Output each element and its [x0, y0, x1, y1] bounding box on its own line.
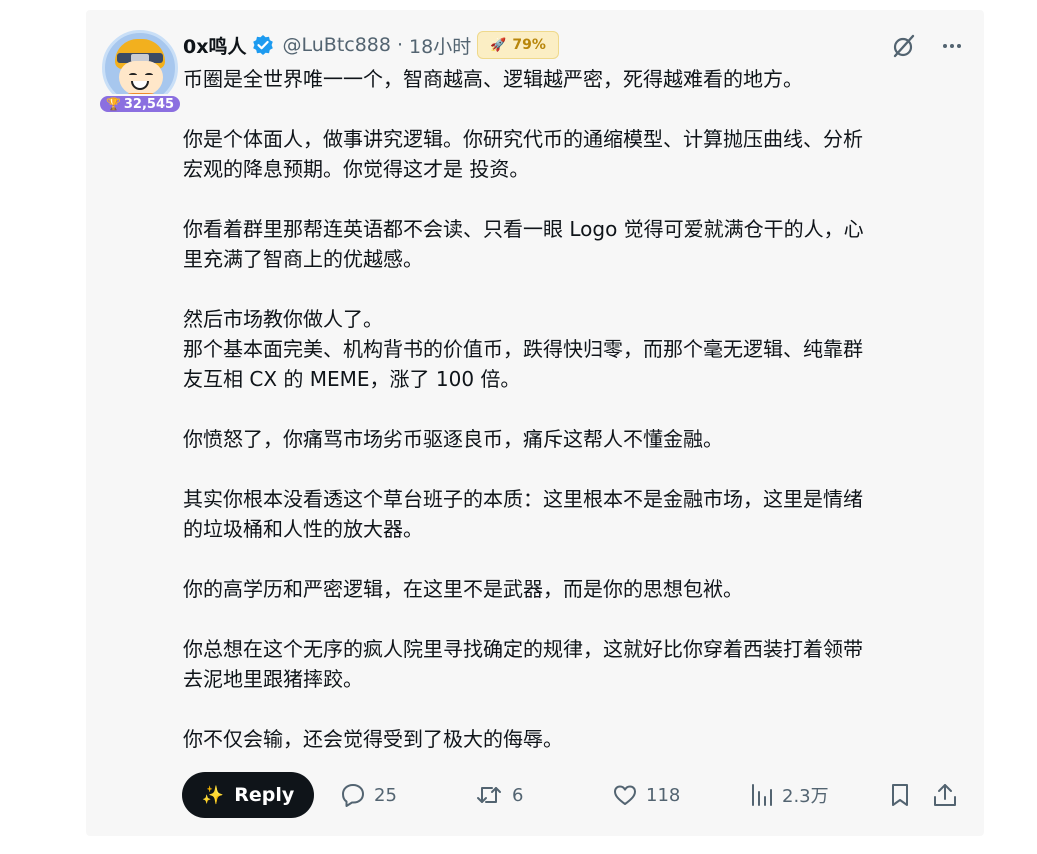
views-count: 2.3万	[782, 786, 829, 807]
reply-count-button[interactable]: 25	[340, 772, 397, 818]
views-button[interactable]: 2.3万	[750, 772, 829, 818]
views-icon	[750, 782, 774, 808]
reply-icon	[340, 782, 366, 808]
post-header: 0x鸣人 @LuBtc888 · 18小时 🚀 79%	[183, 31, 559, 59]
post-text-line: 其实你根本没看透这个草台班子的本质：这里根本不是金融市场，这里是情绪	[183, 487, 863, 511]
post-text-line: 你不仅会输，还会觉得受到了极大的侮辱。	[183, 727, 563, 751]
separator-dot: ·	[396, 34, 404, 56]
sparkle-icon: ✨	[201, 784, 225, 806]
reply-label: Reply	[234, 784, 295, 806]
rocket-icon: 🚀	[490, 37, 507, 53]
post-text-line: 那个基本面完美、机构背书的价值币，跌得快归零，而那个毫无逻辑、纯靠群	[183, 337, 863, 361]
like-count: 118	[646, 784, 681, 806]
bookmark-button[interactable]	[888, 772, 912, 818]
bookmark-icon	[888, 782, 912, 808]
score-badge: 🏆 32,545	[98, 94, 182, 114]
reply-button[interactable]: ✨ Reply	[182, 772, 314, 818]
post-text-line: 友互相 CX 的 MEME，涨了 100 倍。	[183, 367, 521, 391]
more-icon[interactable]	[938, 32, 966, 60]
post-time[interactable]: 18小时	[409, 32, 471, 59]
trophy-icon: 🏆	[105, 97, 121, 111]
post-top-icons	[890, 32, 966, 60]
rate-value: 79%	[512, 37, 546, 53]
repost-icon	[474, 782, 504, 808]
post-text-line: 你愤怒了，你痛骂市场劣币驱逐良币，痛斥这帮人不懂金融。	[183, 427, 723, 451]
score-value: 32,545	[123, 96, 175, 112]
post-text-line: 币圈是全世界唯一一个，智商越高、逻辑越严密，死得越难看的地方。	[183, 67, 803, 91]
like-button[interactable]: 118	[612, 772, 680, 818]
post-text-line: 你是个体面人，做事讲究逻辑。你研究代币的通缩模型、计算抛压曲线、分析	[183, 127, 863, 151]
repost-count: 6	[512, 784, 524, 806]
action-bar: ✨ Reply 25 6 118 2.3万	[182, 772, 962, 818]
post-text-line: 你的高学历和严密逻辑，在这里不是武器，而是你的思想包袱。	[183, 577, 743, 601]
post-text: 币圈是全世界唯一一个，智商越高、逻辑越严密，死得越难看的地方。你是个体面人，做事…	[183, 64, 958, 754]
reply-count: 25	[374, 784, 397, 806]
post-text-line: 然后市场教你做人了。	[183, 307, 383, 331]
share-button[interactable]	[932, 772, 958, 818]
repost-button[interactable]: 6	[474, 772, 523, 818]
verified-badge-icon	[252, 34, 274, 56]
share-icon	[932, 782, 958, 808]
like-icon	[612, 782, 638, 808]
post-text-line: 你看着群里那帮连英语都不会读、只看一眼 Logo 觉得可爱就满仓干的人，心	[183, 217, 864, 241]
post-text-line: 去泥地里跟猪摔跤。	[183, 667, 363, 691]
post-text-line: 宏观的降息预期。你觉得这才是 投资。	[183, 157, 530, 181]
post-text-line: 的垃圾桶和人性的放大器。	[183, 517, 423, 541]
post-text-line: 你总想在这个无序的疯人院里寻找确定的规律，这就好比你穿着西装打着领带	[183, 637, 863, 661]
author-handle[interactable]: @LuBtc888	[282, 34, 391, 56]
author-name[interactable]: 0x鸣人	[183, 32, 246, 59]
post-text-line: 里充满了智商上的优越感。	[183, 247, 423, 271]
grok-slash-icon[interactable]	[890, 32, 918, 60]
rate-badge[interactable]: 🚀 79%	[477, 31, 559, 59]
